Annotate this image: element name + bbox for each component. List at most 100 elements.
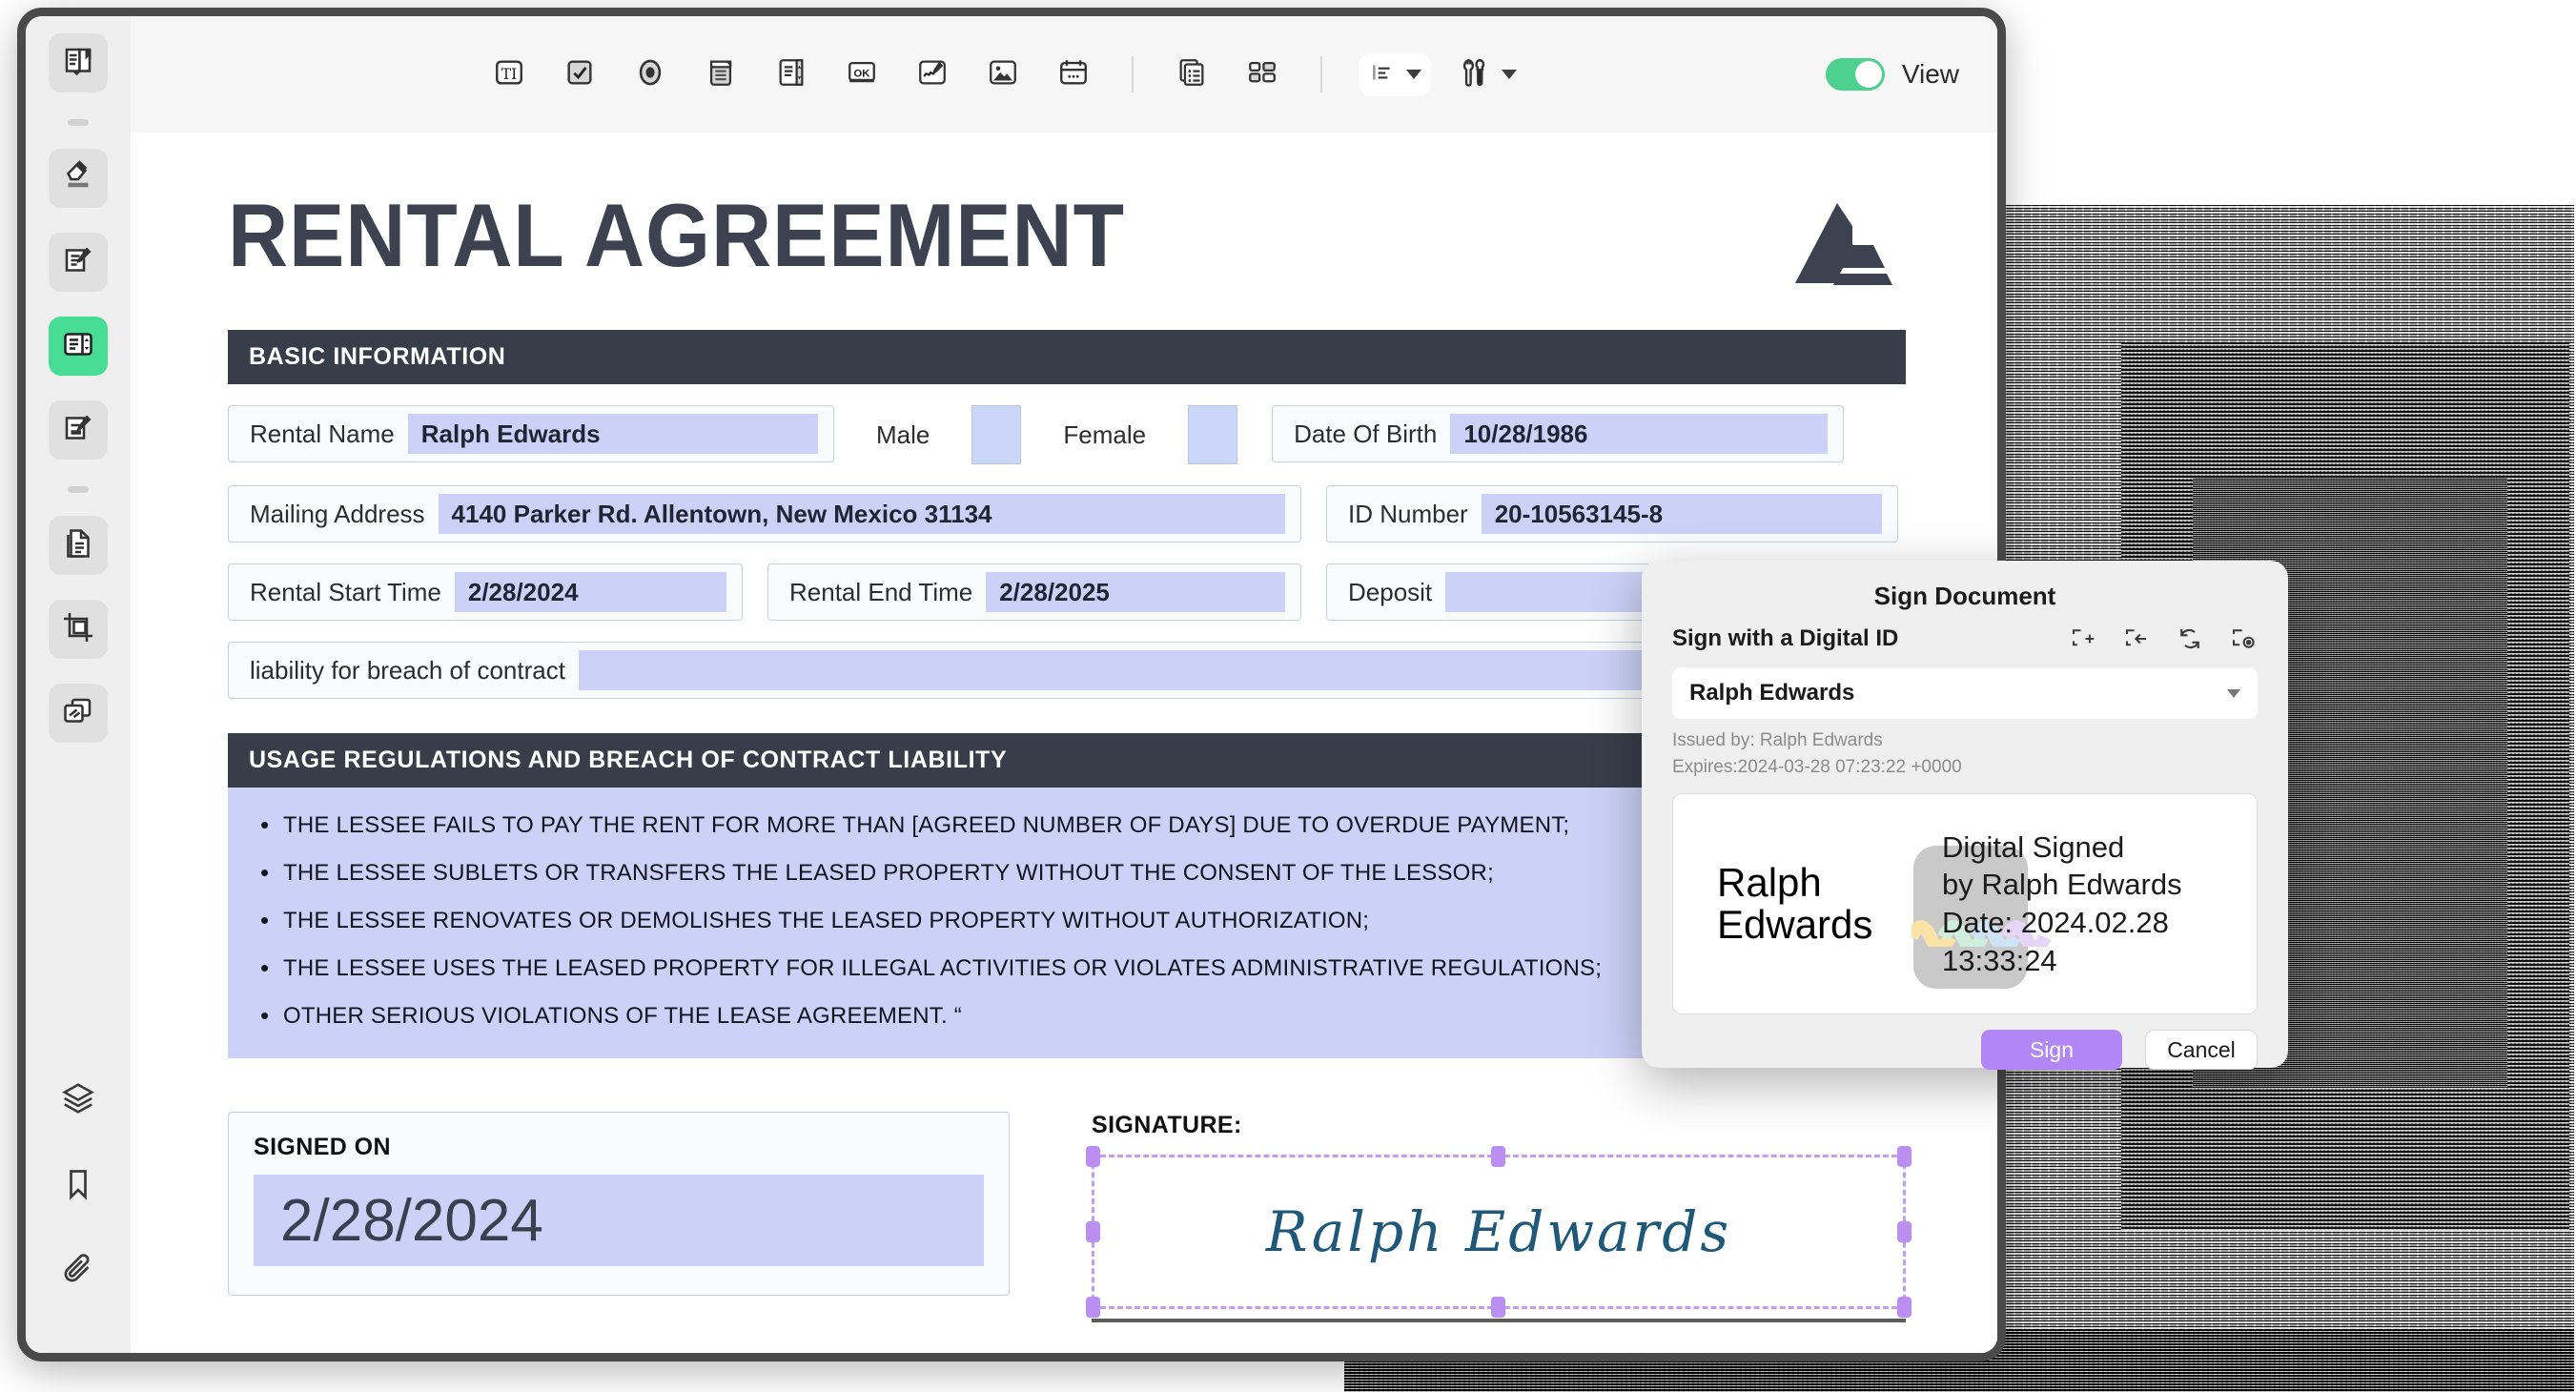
- grid-icon: [1246, 56, 1278, 93]
- signed-on-label: SIGNED ON: [254, 1134, 391, 1160]
- preview-line-4: 13:33:24: [1942, 943, 2057, 977]
- radio-icon: [634, 56, 666, 93]
- ok-button-icon: OK: [846, 56, 878, 93]
- resize-handle-mr[interactable]: [1897, 1221, 1912, 1242]
- female-label: Female: [1063, 420, 1147, 449]
- list-box-tool[interactable]: [769, 52, 813, 96]
- image-icon: [987, 56, 1019, 93]
- list-item: THE LESSEE FAILS TO PAY THE RENT FOR MOR…: [256, 810, 1877, 840]
- issued-by-text: Issued by: Ralph Edwards: [1672, 730, 1883, 750]
- toolbar-divider-2: [1320, 56, 1322, 92]
- radio-button-tool[interactable]: [628, 52, 672, 96]
- sidebar-item-attachments[interactable]: [49, 1242, 108, 1301]
- list-item: THE LESSEE RENOVATES OR DEMOLISHES THE L…: [256, 906, 1877, 935]
- fill-sign-icon: [61, 411, 95, 450]
- sidebar-item-organize-pages[interactable]: [49, 516, 108, 575]
- form-list-tool[interactable]: [1170, 52, 1214, 96]
- rental-name-value[interactable]: Ralph Edwards: [407, 414, 818, 454]
- align-icon: [1368, 60, 1397, 90]
- id-number-field[interactable]: ID Number 20-10563145-8: [1326, 485, 1898, 542]
- sidebar-item-compare[interactable]: [49, 684, 108, 743]
- signature-field[interactable]: Ralph Edwards: [1086, 1146, 1912, 1318]
- signature-underline: [1092, 1319, 1906, 1322]
- id-number-value[interactable]: 20-10563145-8: [1481, 494, 1882, 534]
- chevron-down-icon: [1406, 70, 1421, 79]
- note-edit-icon: [61, 243, 95, 282]
- female-checkbox[interactable]: [1188, 405, 1238, 464]
- form-row-2: Mailing Address 4140 Parker Rd. Allentow…: [228, 485, 1906, 542]
- calendar-icon: [1057, 56, 1090, 93]
- form-fields-icon: [61, 327, 95, 366]
- date-of-birth-value[interactable]: 10/28/1986: [1450, 414, 1829, 454]
- section-heading-basic-information: BASIC INFORMATION: [228, 330, 1906, 384]
- signed-on-value[interactable]: 2/28/2024: [254, 1175, 984, 1266]
- sidebar-item-fill-sign[interactable]: [49, 400, 108, 460]
- new-digital-id-icon[interactable]: [2069, 624, 2097, 658]
- refresh-icon[interactable]: [2176, 624, 2204, 658]
- mailing-address-label: Mailing Address: [250, 499, 425, 528]
- page-copy-icon: [61, 526, 95, 565]
- preview-details: Digital Signed by Ralph Edwards Date: 20…: [1921, 829, 2182, 980]
- dropdown-icon: [705, 56, 737, 93]
- import-digital-id-icon[interactable]: [2122, 624, 2151, 658]
- svg-text:OK: OK: [854, 68, 871, 79]
- preview-icon[interactable]: [2229, 624, 2258, 658]
- resize-handle-br[interactable]: [1897, 1297, 1912, 1318]
- mailing-address-value[interactable]: 4140 Parker Rd. Allentown, New Mexico 31…: [438, 494, 1285, 534]
- sidebar-item-highlight[interactable]: [49, 149, 108, 208]
- sidebar-item-crop[interactable]: [49, 600, 108, 659]
- sidebar-divider: [68, 119, 89, 126]
- grid-layout-tool[interactable]: [1240, 52, 1284, 96]
- view-toggle-group: View: [1825, 58, 1959, 91]
- align-tool[interactable]: [1359, 52, 1431, 96]
- view-toggle-label: View: [1901, 59, 1959, 89]
- sidebar-item-layers[interactable]: [49, 1071, 108, 1130]
- preview-line-2: by Ralph Edwards: [1942, 868, 2182, 902]
- text-field-tool[interactable]: TI: [487, 52, 531, 96]
- formlist-icon: [1176, 56, 1208, 93]
- form-settings-tool[interactable]: [1458, 52, 1517, 96]
- date-of-birth-field[interactable]: Date Of Birth 10/28/1986: [1272, 405, 1845, 462]
- bookmark-icon: [61, 1167, 95, 1206]
- list-item: THE LESSEE USES THE LEASED PROPERTY FOR …: [256, 953, 1877, 983]
- rental-end-time-value[interactable]: 2/28/2025: [986, 572, 1285, 612]
- sidebar-item-read-mode[interactable]: [49, 33, 108, 92]
- cancel-button[interactable]: Cancel: [2145, 1030, 2258, 1070]
- sign-button[interactable]: Sign: [1981, 1030, 2122, 1070]
- signature-tool[interactable]: [910, 52, 954, 96]
- form-row-1: Rental Name Ralph Edwards Male Female Da…: [228, 405, 1906, 464]
- svg-text:TI: TI: [501, 66, 518, 83]
- resize-handle-tl[interactable]: [1086, 1146, 1100, 1167]
- page-title: RENTAL AGREEMENT: [228, 185, 1125, 285]
- push-button-tool[interactable]: OK: [840, 52, 884, 96]
- resize-handle-bc[interactable]: [1491, 1297, 1505, 1318]
- checkbox-icon: [563, 56, 596, 93]
- rental-start-time-field[interactable]: Rental Start Time 2/28/2024: [228, 563, 743, 621]
- toolbar-divider-1: [1132, 56, 1134, 92]
- signature-preview: Ralph Edwards Digital Signed by Ralph Ed…: [1672, 793, 2258, 1014]
- dropdown-tool[interactable]: [699, 52, 743, 96]
- digital-id-select[interactable]: Ralph Edwards: [1672, 667, 2258, 719]
- checkbox-tool[interactable]: [558, 52, 602, 96]
- resize-handle-tc[interactable]: [1491, 1146, 1505, 1167]
- sidebar-item-bookmarks[interactable]: [49, 1157, 108, 1216]
- sidebar-item-annotate[interactable]: [49, 233, 108, 292]
- sidebar-divider-2: [68, 486, 89, 493]
- mailing-address-field[interactable]: Mailing Address 4140 Parker Rd. Allentow…: [228, 485, 1301, 542]
- resize-handle-ml[interactable]: [1086, 1221, 1100, 1242]
- crop-icon: [61, 610, 95, 649]
- rental-start-time-value[interactable]: 2/28/2024: [454, 572, 726, 612]
- male-checkbox[interactable]: [971, 405, 1022, 464]
- sidebar-item-form[interactable]: [49, 317, 108, 376]
- resize-handle-bl[interactable]: [1086, 1297, 1100, 1318]
- resize-handle-tr[interactable]: [1897, 1146, 1912, 1167]
- date-field-tool[interactable]: [1052, 52, 1095, 96]
- signature-label: SIGNATURE:: [1092, 1112, 1242, 1138]
- rental-end-time-field[interactable]: Rental End Time 2/28/2025: [767, 563, 1301, 621]
- view-toggle[interactable]: [1825, 58, 1885, 91]
- preview-line-3: Date: 2024.02.28: [1942, 906, 2169, 939]
- rental-name-field[interactable]: Rental Name Ralph Edwards: [228, 405, 834, 462]
- image-field-tool[interactable]: [981, 52, 1025, 96]
- preview-signer-name: Ralph Edwards: [1717, 859, 1873, 947]
- signature-icon: [916, 56, 949, 93]
